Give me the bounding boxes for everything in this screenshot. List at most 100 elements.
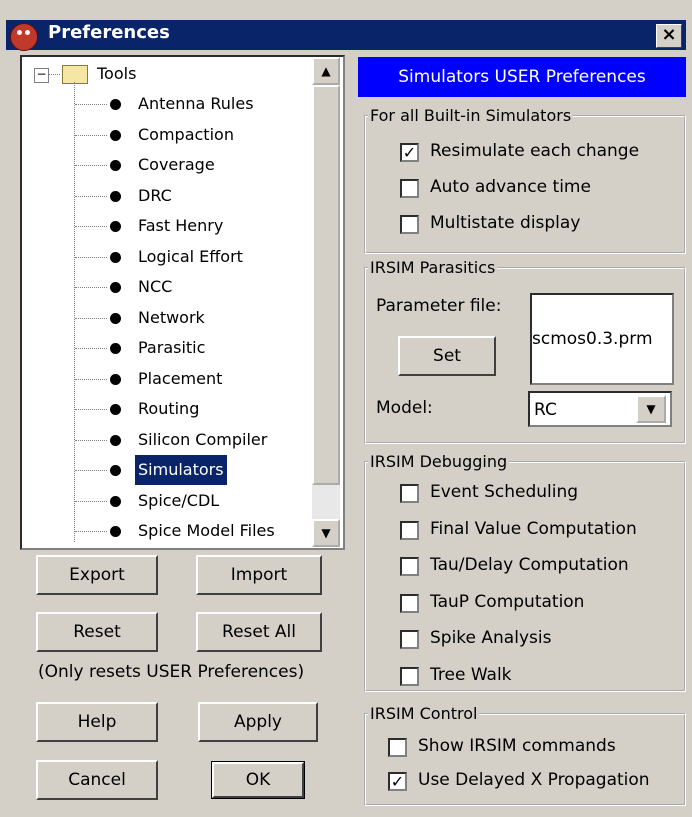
reset-all-button[interactable]: Reset All bbox=[196, 612, 322, 652]
help-button[interactable]: Help bbox=[36, 702, 158, 742]
model-value: RC bbox=[534, 400, 557, 420]
tree-item-label: Compaction bbox=[138, 124, 234, 144]
parameter-file-value: scmos0.3.prm bbox=[532, 329, 653, 349]
tree-item-label: NCC bbox=[138, 277, 173, 296]
app-logo-icon bbox=[10, 23, 38, 51]
scroll-thumb[interactable] bbox=[312, 85, 340, 485]
tree-scrollbar[interactable]: ▲ ▼ bbox=[312, 57, 340, 547]
tree-connector bbox=[75, 104, 107, 105]
tree-item-label: Spice/CDL bbox=[138, 490, 220, 510]
checkbox[interactable] bbox=[400, 520, 419, 540]
checkbox-label[interactable]: Final Value Computation bbox=[430, 519, 637, 539]
tree-item-label: Network bbox=[138, 307, 205, 327]
checkbox[interactable] bbox=[400, 484, 419, 503]
window-title: Preferences bbox=[48, 22, 170, 43]
tree-connector bbox=[75, 287, 107, 288]
tree-root-label: Tools bbox=[97, 64, 137, 83]
close-button[interactable]: × bbox=[656, 24, 682, 48]
tree-item-label: Silicon Compiler bbox=[138, 429, 268, 449]
tree-connector bbox=[75, 348, 107, 349]
folder-icon bbox=[62, 65, 88, 84]
tree-connector bbox=[75, 317, 107, 319]
scroll-up-icon[interactable]: ▲ bbox=[312, 57, 340, 85]
checkbox[interactable] bbox=[400, 179, 419, 198]
tree-item-label: Spice Model Files bbox=[138, 521, 275, 540]
checkbox[interactable] bbox=[400, 593, 419, 613]
leaf-bullet-icon bbox=[110, 465, 121, 476]
checkbox-label[interactable]: TauP Computation bbox=[430, 592, 584, 612]
leaf-bullet-icon bbox=[110, 160, 121, 171]
leaf-bullet-icon bbox=[110, 343, 121, 354]
leaf-bullet-icon bbox=[110, 190, 121, 202]
tree-connector bbox=[75, 439, 107, 441]
tree-connector bbox=[75, 226, 107, 227]
checkbox-label[interactable]: Resimulate each change bbox=[430, 141, 639, 161]
checkbox[interactable] bbox=[400, 557, 419, 576]
model-select[interactable]: RC ▼ bbox=[528, 391, 672, 427]
tree-item-label: DRC bbox=[138, 185, 172, 205]
tree-item-label: Logical Effort bbox=[138, 246, 243, 266]
leaf-bullet-icon bbox=[110, 434, 121, 446]
tree-connector bbox=[75, 378, 107, 380]
leaf-bullet-icon bbox=[110, 282, 121, 293]
checkbox[interactable]: ✓ bbox=[388, 772, 407, 791]
tree-item-label: Placement bbox=[138, 368, 223, 388]
chevron-down-icon[interactable]: ▼ bbox=[636, 395, 666, 423]
checkbox-label[interactable]: Tau/Delay Computation bbox=[430, 555, 629, 575]
tree-connector bbox=[75, 134, 107, 136]
checkbox-label[interactable]: Tree Walk bbox=[430, 665, 512, 685]
preferences-window: Preferences × − Tools Antenna Rules Compa… bbox=[0, 0, 692, 817]
checkbox-label[interactable]: Use Delayed X Propagation bbox=[418, 770, 650, 790]
tree-item-label: Simulators bbox=[135, 455, 227, 485]
leaf-bullet-icon bbox=[110, 99, 121, 110]
ok-button[interactable]: OK bbox=[211, 761, 305, 799]
checkbox[interactable] bbox=[400, 215, 419, 234]
model-label: Model: bbox=[376, 398, 433, 418]
collapse-toggle-icon[interactable]: − bbox=[34, 68, 49, 83]
tree-item-label: Coverage bbox=[138, 155, 215, 174]
group-legend: IRSIM Parasitics bbox=[370, 258, 496, 277]
parameter-file-label: Parameter file: bbox=[376, 296, 502, 316]
leaf-bullet-icon bbox=[110, 221, 121, 232]
leaf-bullet-icon bbox=[110, 526, 121, 537]
checkbox[interactable]: ✓ bbox=[400, 143, 419, 162]
tree-connector bbox=[74, 82, 75, 542]
tree-connector bbox=[75, 470, 107, 471]
group-legend: For all Built-in Simulators bbox=[370, 106, 572, 125]
parameter-file-field[interactable]: scmos0.3.prm bbox=[530, 293, 674, 385]
scroll-down-icon[interactable]: ▼ bbox=[312, 519, 340, 547]
tree-item-label: Fast Henry bbox=[138, 216, 224, 235]
tree-item-label: Antenna Rules bbox=[138, 94, 254, 113]
reset-button[interactable]: Reset bbox=[36, 612, 158, 652]
leaf-bullet-icon bbox=[110, 251, 121, 263]
apply-button[interactable]: Apply bbox=[198, 702, 318, 742]
checkbox-label[interactable]: Spike Analysis bbox=[430, 628, 551, 648]
set-button[interactable]: Set bbox=[398, 336, 496, 376]
reset-note: (Only resets USER Preferences) bbox=[38, 662, 305, 682]
checkbox-label[interactable]: Multistate display bbox=[430, 213, 580, 233]
checkbox-label[interactable]: Event Scheduling bbox=[430, 482, 578, 502]
group-legend: IRSIM Debugging bbox=[370, 452, 508, 471]
tree-connector bbox=[75, 500, 107, 502]
cancel-button[interactable]: Cancel bbox=[36, 760, 158, 800]
tree-connector bbox=[75, 531, 107, 532]
checkbox[interactable] bbox=[400, 630, 419, 649]
tree-connector bbox=[75, 256, 107, 258]
checkbox[interactable] bbox=[400, 666, 419, 686]
panel-header: Simulators USER Preferences bbox=[358, 57, 686, 97]
tree-connector bbox=[48, 74, 60, 75]
checkbox[interactable] bbox=[388, 738, 407, 757]
leaf-bullet-icon bbox=[110, 404, 121, 415]
tree-item-label: Routing bbox=[138, 399, 200, 418]
tree-item-label: Parasitic bbox=[138, 338, 206, 357]
tree-connector bbox=[75, 409, 107, 410]
checkbox-label[interactable]: Auto advance time bbox=[430, 177, 591, 197]
preferences-tree[interactable]: − Tools Antenna Rules Compaction Coverage D… bbox=[20, 55, 345, 550]
tree-connector bbox=[75, 195, 107, 197]
checkbox-label[interactable]: Show IRSIM commands bbox=[418, 736, 616, 756]
leaf-bullet-icon bbox=[110, 312, 121, 324]
import-button[interactable]: Import bbox=[196, 555, 322, 595]
export-button[interactable]: Export bbox=[36, 555, 158, 595]
tree-connector bbox=[75, 165, 107, 166]
leaf-bullet-icon bbox=[110, 129, 121, 141]
